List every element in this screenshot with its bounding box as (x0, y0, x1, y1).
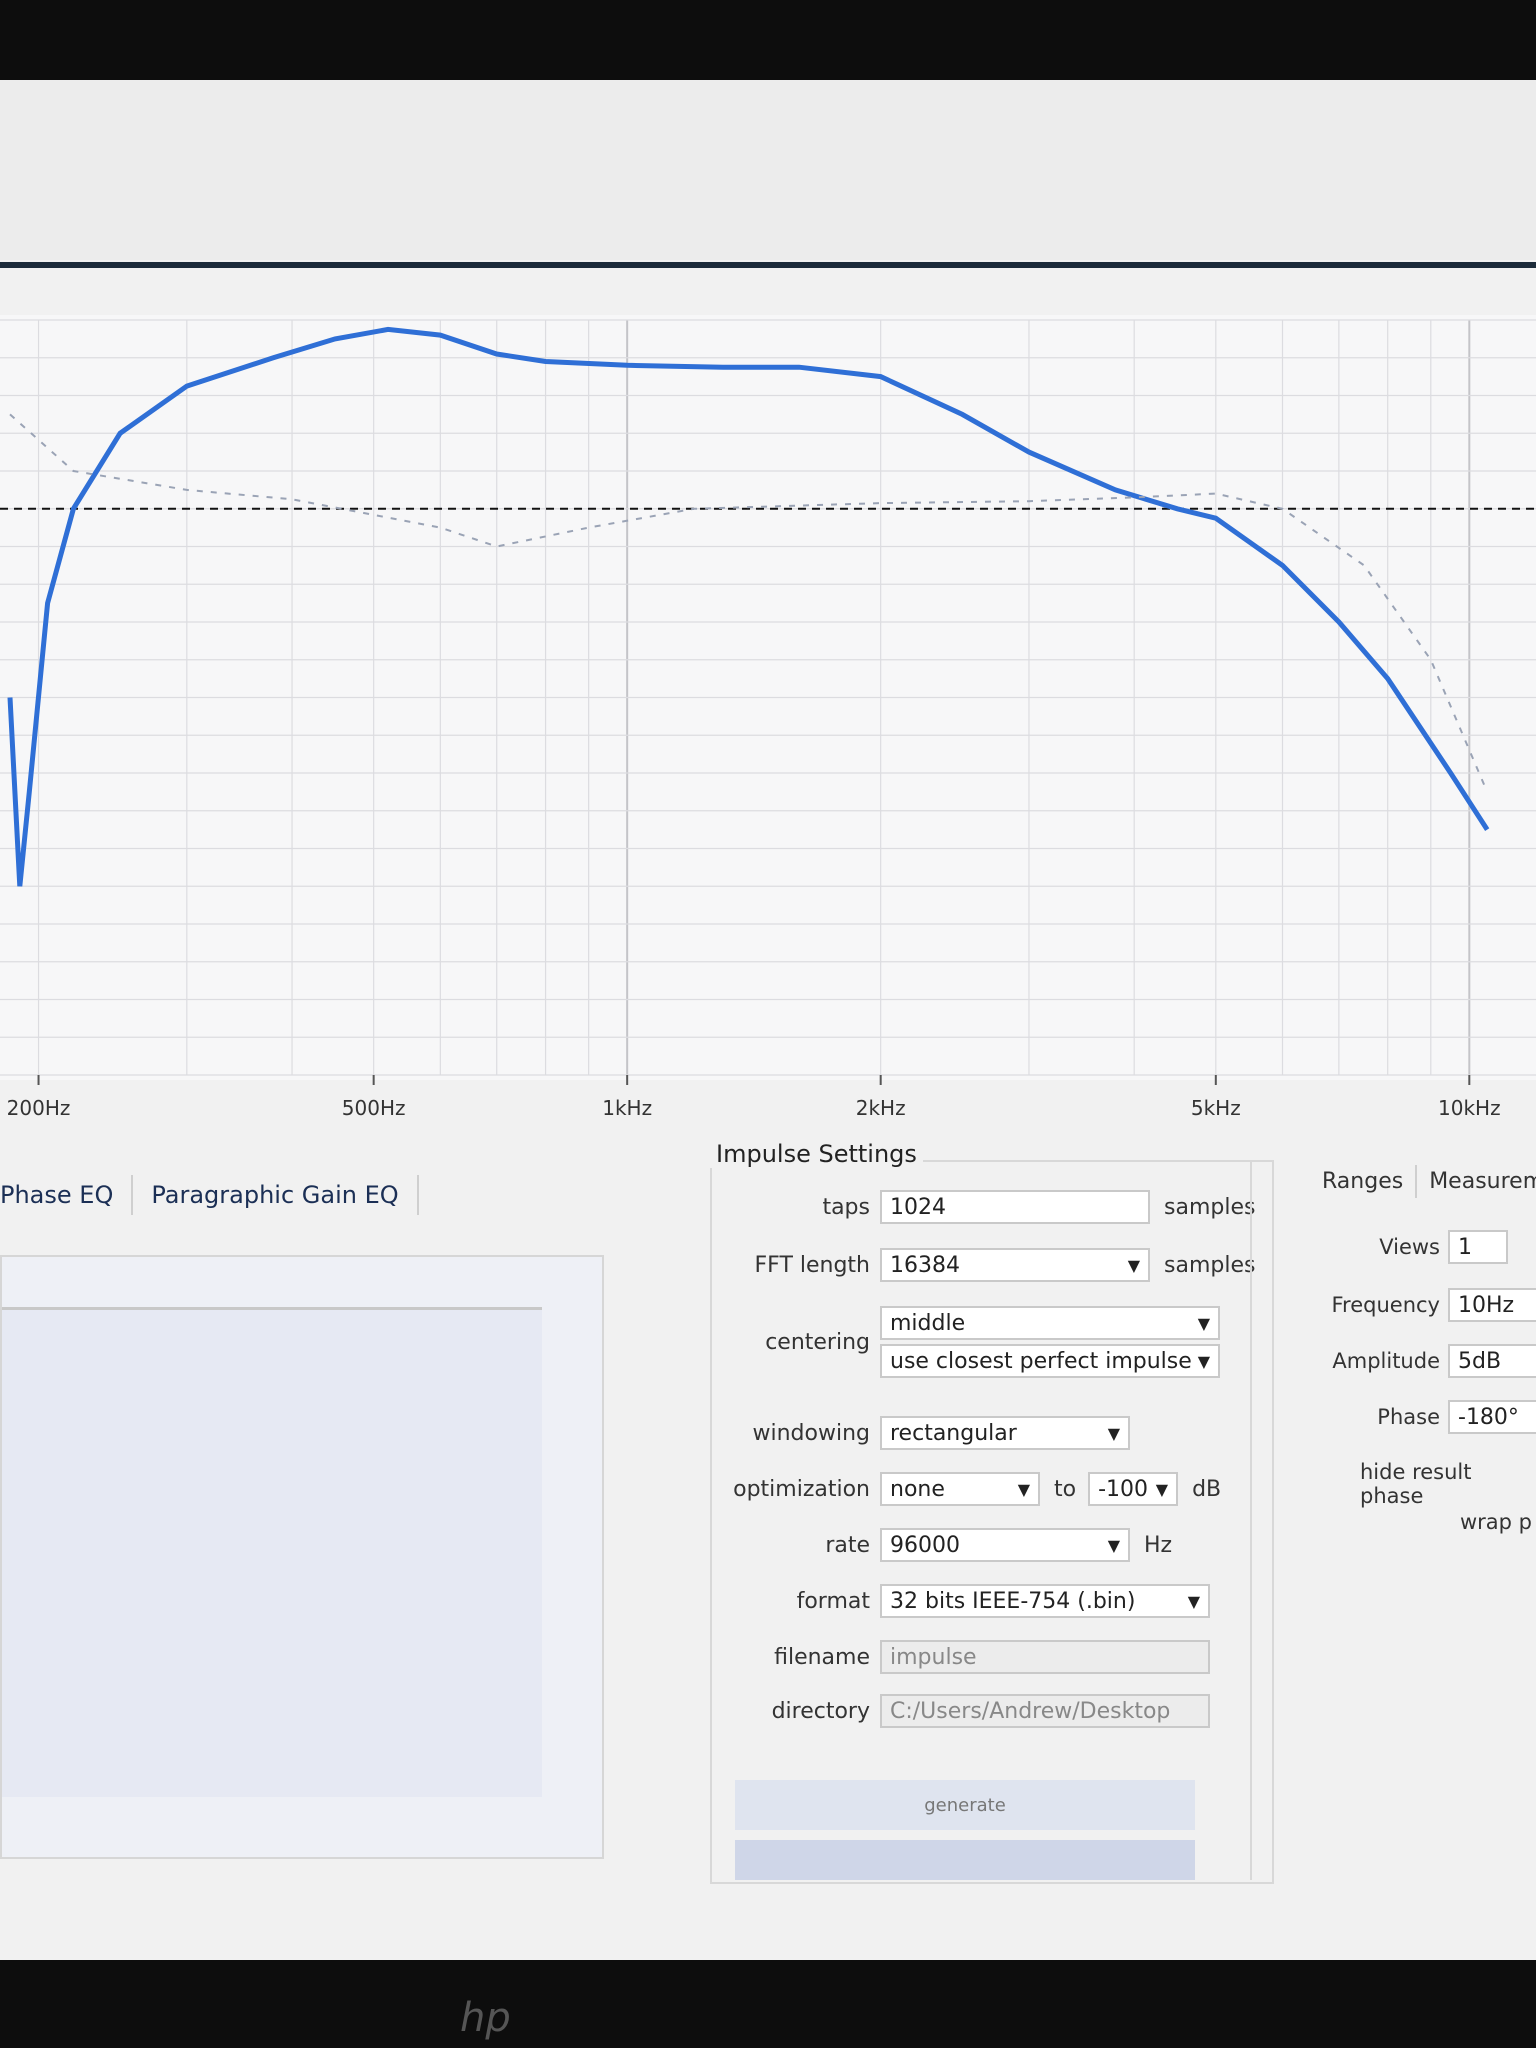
fft-unit: samples (1164, 1252, 1256, 1278)
frequency-input[interactable]: 10Hz (1448, 1288, 1536, 1322)
windowing-value: rectangular (890, 1420, 1017, 1446)
chevron-down-icon[interactable]: ▼ (1198, 1314, 1210, 1333)
right-tabs: Ranges Measuremer (1310, 1165, 1536, 1198)
centering-label: centering (765, 1329, 870, 1355)
db-unit: dB (1192, 1476, 1222, 1502)
views-label: Views (1379, 1235, 1440, 1259)
fft-row: FFT length 16384 ▼ samples (720, 1248, 1255, 1282)
centering-value: middle (890, 1310, 966, 1336)
app-window: 200Hz 500Hz 1kHz 2kHz 5kHz 10kHz Phase EQ Par… (0, 80, 1536, 1960)
progress-bar (735, 1840, 1195, 1880)
views-input[interactable]: 1 (1448, 1230, 1508, 1264)
amplitude-label: Amplitude (1332, 1349, 1440, 1373)
amplitude-row: Amplitude 5dB (1290, 1344, 1536, 1378)
rate-select[interactable]: 96000 ▼ (880, 1528, 1130, 1562)
filename-label: filename (774, 1644, 870, 1670)
chevron-down-icon[interactable]: ▼ (1128, 1256, 1140, 1275)
x-tick-label: 500Hz (342, 1096, 406, 1120)
filename-input[interactable]: impulse (880, 1640, 1210, 1674)
fft-length-select[interactable]: 16384 ▼ (880, 1248, 1150, 1282)
frequency-label: Frequency (1331, 1293, 1441, 1317)
phase-label: Phase (1377, 1405, 1440, 1429)
db-value: -100 (1098, 1476, 1149, 1502)
x-tick-label: 10kHz (1438, 1096, 1501, 1120)
db-select[interactable]: -100 ▼ (1088, 1472, 1179, 1506)
optimization-select[interactable]: none ▼ (880, 1472, 1040, 1506)
tab-ranges[interactable]: Ranges (1310, 1165, 1418, 1198)
amplitude-input[interactable]: 5dB (1448, 1344, 1536, 1378)
format-select[interactable]: 32 bits IEEE-754 (.bin) ▼ (880, 1584, 1210, 1618)
optimization-row: optimization none ▼ to -100 ▼ dB (720, 1472, 1221, 1506)
taps-input[interactable]: 1024 (880, 1190, 1150, 1224)
title-bar (0, 80, 1536, 260)
chevron-down-icon[interactable]: ▼ (1108, 1536, 1120, 1555)
x-tick-label: 5kHz (1191, 1096, 1241, 1120)
hp-logo: hp (460, 1995, 511, 2041)
tab-paragraphic-gain-eq[interactable]: Paragraphic Gain EQ (133, 1175, 419, 1215)
centering-select[interactable]: middle ▼ (880, 1306, 1220, 1340)
directory-input[interactable]: C:/Users/Andrew/Desktop (880, 1694, 1210, 1728)
centering-fields: middle ▼ use closest perfect impulse ▼ (880, 1306, 1220, 1378)
centering-mode-value: use closest perfect impulse (890, 1348, 1192, 1374)
eq-panel (0, 1255, 604, 1859)
x-tick-label: 200Hz (7, 1096, 71, 1120)
chevron-down-icon[interactable]: ▼ (1188, 1592, 1200, 1611)
chevron-down-icon[interactable]: ▼ (1198, 1352, 1210, 1371)
rate-unit: Hz (1144, 1532, 1173, 1558)
fft-value: 16384 (890, 1252, 960, 1278)
chevron-down-icon[interactable]: ▼ (1018, 1480, 1030, 1499)
rate-row: rate 96000 ▼ Hz (720, 1528, 1172, 1562)
chevron-down-icon[interactable]: ▼ (1108, 1424, 1120, 1443)
fft-label: FFT length (754, 1252, 870, 1278)
directory-row: directory C:/Users/Andrew/Desktop (720, 1694, 1210, 1728)
x-tick-label: 1kHz (602, 1096, 652, 1120)
format-label: format (796, 1588, 870, 1614)
format-value: 32 bits IEEE-754 (.bin) (890, 1588, 1136, 1614)
impulse-settings-title: Impulse Settings (710, 1140, 923, 1168)
tab-phase-eq[interactable]: Phase EQ (0, 1175, 134, 1215)
taps-unit: samples (1164, 1194, 1256, 1220)
rate-value: 96000 (890, 1532, 960, 1558)
eq-tabs: Phase EQ Paragraphic Gain EQ (0, 1170, 419, 1220)
chevron-down-icon[interactable]: ▼ (1156, 1480, 1168, 1499)
rate-label: rate (825, 1532, 870, 1558)
windowing-select[interactable]: rectangular ▼ (880, 1416, 1130, 1450)
filename-row: filename impulse (720, 1640, 1210, 1674)
to-label: to (1054, 1476, 1077, 1502)
windowing-row: windowing rectangular ▼ (720, 1416, 1130, 1450)
optimization-value: none (890, 1476, 945, 1502)
wrap-phase[interactable]: wrap p (1460, 1510, 1532, 1534)
eq-list-area (2, 1307, 542, 1797)
taps-label: taps (822, 1194, 870, 1220)
tab-measurements[interactable]: Measuremer (1417, 1165, 1536, 1198)
title-divider (0, 262, 1536, 268)
centering-row: centering middle ▼ use closest perfect i… (720, 1306, 1220, 1378)
directory-label: directory (771, 1698, 870, 1724)
phase-input[interactable]: -180° (1448, 1400, 1536, 1434)
frequency-row: Frequency 10Hz (1290, 1288, 1536, 1322)
phase-row: Phase -180° (1290, 1400, 1536, 1434)
format-row: format 32 bits IEEE-754 (.bin) ▼ (720, 1584, 1210, 1618)
taps-row: taps 1024 samples (720, 1190, 1255, 1224)
generate-button[interactable]: generate (735, 1780, 1195, 1830)
x-tick-label: 2kHz (856, 1096, 906, 1120)
views-row: Views 1 (1290, 1230, 1508, 1264)
optimization-label: optimization (733, 1476, 870, 1502)
centering-mode-select[interactable]: use closest perfect impulse ▼ (880, 1344, 1220, 1378)
frequency-response-chart: 200Hz 500Hz 1kHz 2kHz 5kHz 10kHz (0, 315, 1536, 1120)
hide-result-phase[interactable]: hide result phase (1360, 1460, 1536, 1508)
windowing-label: windowing (752, 1420, 871, 1446)
